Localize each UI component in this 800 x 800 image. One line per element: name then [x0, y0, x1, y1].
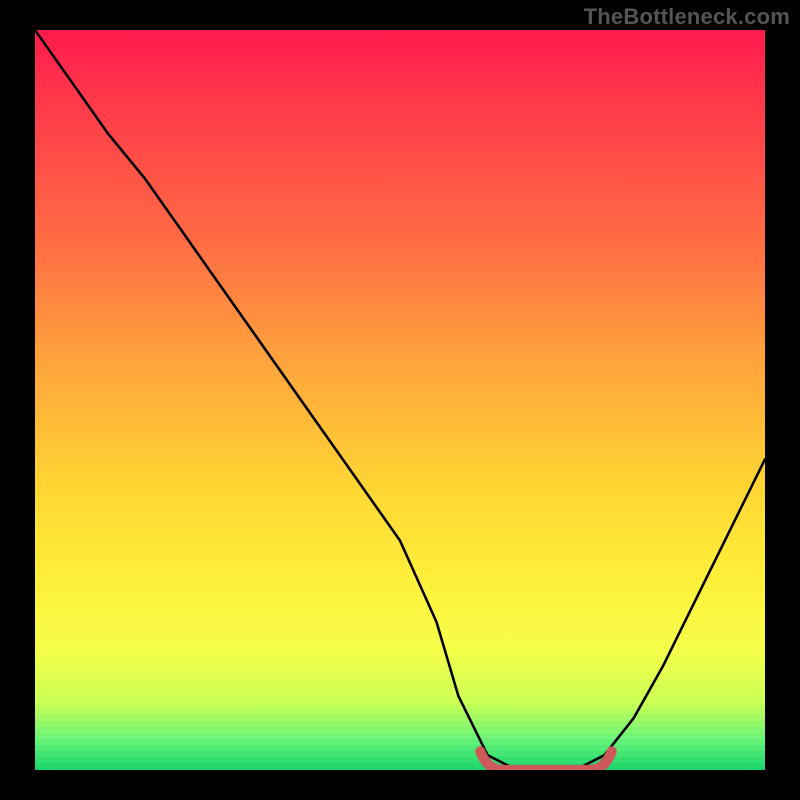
plot-area: [35, 30, 765, 770]
curve-svg: [35, 30, 765, 770]
chart-frame: TheBottleneck.com: [0, 0, 800, 800]
bottleneck-curve: [35, 30, 765, 770]
watermark-text: TheBottleneck.com: [584, 4, 790, 30]
